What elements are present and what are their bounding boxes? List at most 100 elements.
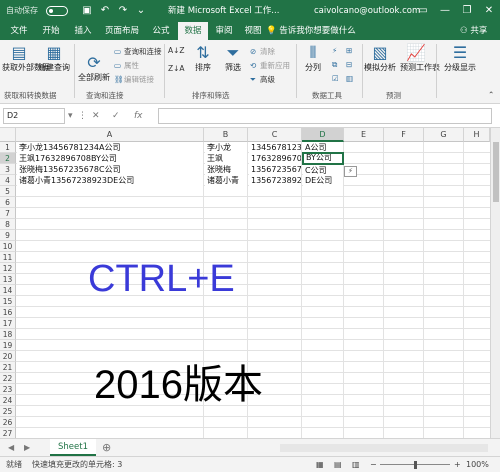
cell-b4[interactable]: 诸葛小青 <box>205 175 247 186</box>
cell-b3[interactable]: 张晓梅 <box>205 164 247 175</box>
horizontal-scrollbar[interactable] <box>280 444 488 452</box>
row-header[interactable]: 11 <box>0 252 16 263</box>
what-if-analysis-button[interactable]: ▧ 模拟分析 <box>362 44 398 73</box>
data-validation-button[interactable]: ☑ <box>332 74 342 83</box>
clear-filter-button[interactable]: ⊘ 清除 <box>250 46 275 57</box>
cell-d2[interactable]: BY公司 <box>302 152 344 165</box>
consolidate-button[interactable]: ⊞ <box>346 46 356 55</box>
tab-formulas[interactable]: 公式 <box>146 22 176 40</box>
restore-icon[interactable]: ❐ <box>456 0 478 22</box>
row-header[interactable]: 5 <box>0 186 16 197</box>
minimize-icon[interactable]: — <box>434 0 456 22</box>
vertical-scrollbar[interactable] <box>490 128 500 438</box>
flash-fill-options-icon[interactable]: ⚡ <box>344 166 357 177</box>
autosave-toggle[interactable] <box>46 6 68 16</box>
row-header[interactable]: 9 <box>0 230 16 241</box>
sort-button[interactable]: ⇅ 排序 <box>190 44 216 73</box>
column-header-b[interactable]: B <box>204 128 248 142</box>
column-header-c[interactable]: C <box>248 128 302 142</box>
redo-icon[interactable]: ↷ <box>116 0 130 22</box>
zoom-out-icon[interactable]: − <box>370 457 377 472</box>
row-header[interactable]: 26 <box>0 417 16 428</box>
confirm-entry-button[interactable]: ✓ <box>112 108 120 124</box>
row-header[interactable]: 15 <box>0 296 16 307</box>
row-header[interactable]: 6 <box>0 197 16 208</box>
sort-descending-button[interactable]: Z↓A <box>168 64 185 73</box>
row-header[interactable]: 8 <box>0 219 16 230</box>
tab-page-layout[interactable]: 页面布局 <box>100 22 144 40</box>
zoom-level[interactable]: 100% <box>466 457 489 472</box>
row-header[interactable]: 22 <box>0 373 16 384</box>
insert-function-button[interactable]: fx <box>134 108 143 124</box>
refresh-all-button[interactable]: ⟳ 全部刷新 <box>78 54 110 83</box>
user-email[interactable]: caivolcano@outlook.com <box>314 0 420 22</box>
page-break-view-icon[interactable]: ▥ <box>352 457 360 472</box>
relationships-button[interactable]: ⊟ <box>346 60 356 69</box>
close-icon[interactable]: ✕ <box>478 0 500 22</box>
tab-file[interactable]: 文件 <box>4 22 34 40</box>
row-header[interactable]: 24 <box>0 395 16 406</box>
share-button[interactable]: ⚇ 共享 <box>460 22 487 40</box>
undo-icon[interactable]: ↶ <box>98 0 112 22</box>
page-layout-view-icon[interactable]: ▤ <box>334 457 342 472</box>
cell-c1[interactable]: 13456781234 <box>249 142 301 153</box>
queries-connections-button[interactable]: ▭ 查询和连接 <box>114 46 162 57</box>
cell-d3[interactable]: C公司 <box>303 165 343 175</box>
flash-fill-button[interactable]: ⚡ <box>332 46 342 55</box>
row-header[interactable]: 16 <box>0 307 16 318</box>
text-to-columns-button[interactable]: ⫴ 分列 <box>300 44 326 73</box>
cell-b1[interactable]: 李小龙 <box>205 142 247 153</box>
outline-button[interactable]: ☰ 分级显示 <box>440 44 480 73</box>
manage-data-model-button[interactable]: ▥ <box>346 74 356 83</box>
row-header[interactable]: 13 <box>0 274 16 285</box>
next-sheet-icon[interactable]: ▶ <box>24 439 30 457</box>
row-header[interactable]: 14 <box>0 285 16 296</box>
cell-c2[interactable]: 17632896708 <box>249 153 301 164</box>
row-header[interactable]: 3 <box>0 164 16 175</box>
row-header[interactable]: 4 <box>0 175 16 186</box>
tab-home[interactable]: 开始 <box>36 22 66 40</box>
reapply-button[interactable]: ⟲ 重新应用 <box>250 60 290 71</box>
cell-a4[interactable]: 诸葛小青13567238923DE公司 <box>17 175 203 186</box>
cell-c4[interactable]: 13567238923 <box>249 175 301 186</box>
zoom-in-icon[interactable]: + <box>454 457 461 472</box>
tell-me-box[interactable]: 💡 告诉我你想要做什么 <box>266 22 356 40</box>
remove-duplicates-button[interactable]: ⧉ <box>332 60 342 70</box>
ribbon-display-options-icon[interactable]: ▭ <box>412 0 434 22</box>
properties-button[interactable]: ▭ 属性 <box>114 60 139 71</box>
new-query-button[interactable]: ▦ 新建查询 <box>38 44 70 73</box>
row-header[interactable]: 23 <box>0 384 16 395</box>
column-header-e[interactable]: E <box>344 128 384 142</box>
get-external-data-button[interactable]: ▤ 获取外部数据 <box>2 44 50 73</box>
row-header[interactable]: 10 <box>0 241 16 252</box>
row-header[interactable]: 19 <box>0 340 16 351</box>
tab-review[interactable]: 审阅 <box>210 22 238 40</box>
prev-sheet-icon[interactable]: ◀ <box>8 439 14 457</box>
add-sheet-icon[interactable]: ⊕ <box>102 439 111 457</box>
sheet-tab-sheet1[interactable]: Sheet1 <box>50 439 96 456</box>
row-header[interactable]: 21 <box>0 362 16 373</box>
column-header-d[interactable]: D <box>302 128 344 142</box>
formula-input[interactable] <box>158 108 492 124</box>
forecast-sheet-button[interactable]: 📈 预测工作表 <box>400 44 440 73</box>
cell-c3[interactable]: 13567235678 <box>249 164 301 175</box>
cell-d4[interactable]: DE公司 <box>303 175 343 186</box>
row-header[interactable]: 25 <box>0 406 16 417</box>
zoom-slider-thumb[interactable] <box>414 461 417 469</box>
save-icon[interactable]: ▣ <box>80 0 94 22</box>
row-header[interactable]: 12 <box>0 263 16 274</box>
row-header[interactable]: 20 <box>0 351 16 362</box>
column-header-f[interactable]: F <box>384 128 424 142</box>
sort-ascending-button[interactable]: A↓Z <box>168 46 185 55</box>
name-box[interactable]: D2 <box>3 108 65 124</box>
tab-view[interactable]: 视图 <box>240 22 266 40</box>
row-header[interactable]: 27 <box>0 428 16 438</box>
name-box-dropdown-icon[interactable]: ▾ <box>68 108 73 124</box>
worksheet-grid[interactable]: A B C D E F G H 1 2 3 4 5 6 7 8 9 10 11 12 13 14 15 16 1… <box>0 128 500 438</box>
column-header-h[interactable]: H <box>464 128 490 142</box>
collapse-ribbon-icon[interactable]: ⌃ <box>488 90 494 99</box>
customize-qat-icon[interactable]: ⌄ <box>134 0 148 22</box>
column-header-a[interactable]: A <box>16 128 204 142</box>
normal-view-icon[interactable]: ▦ <box>316 457 324 472</box>
row-header[interactable]: 2 <box>0 153 16 164</box>
